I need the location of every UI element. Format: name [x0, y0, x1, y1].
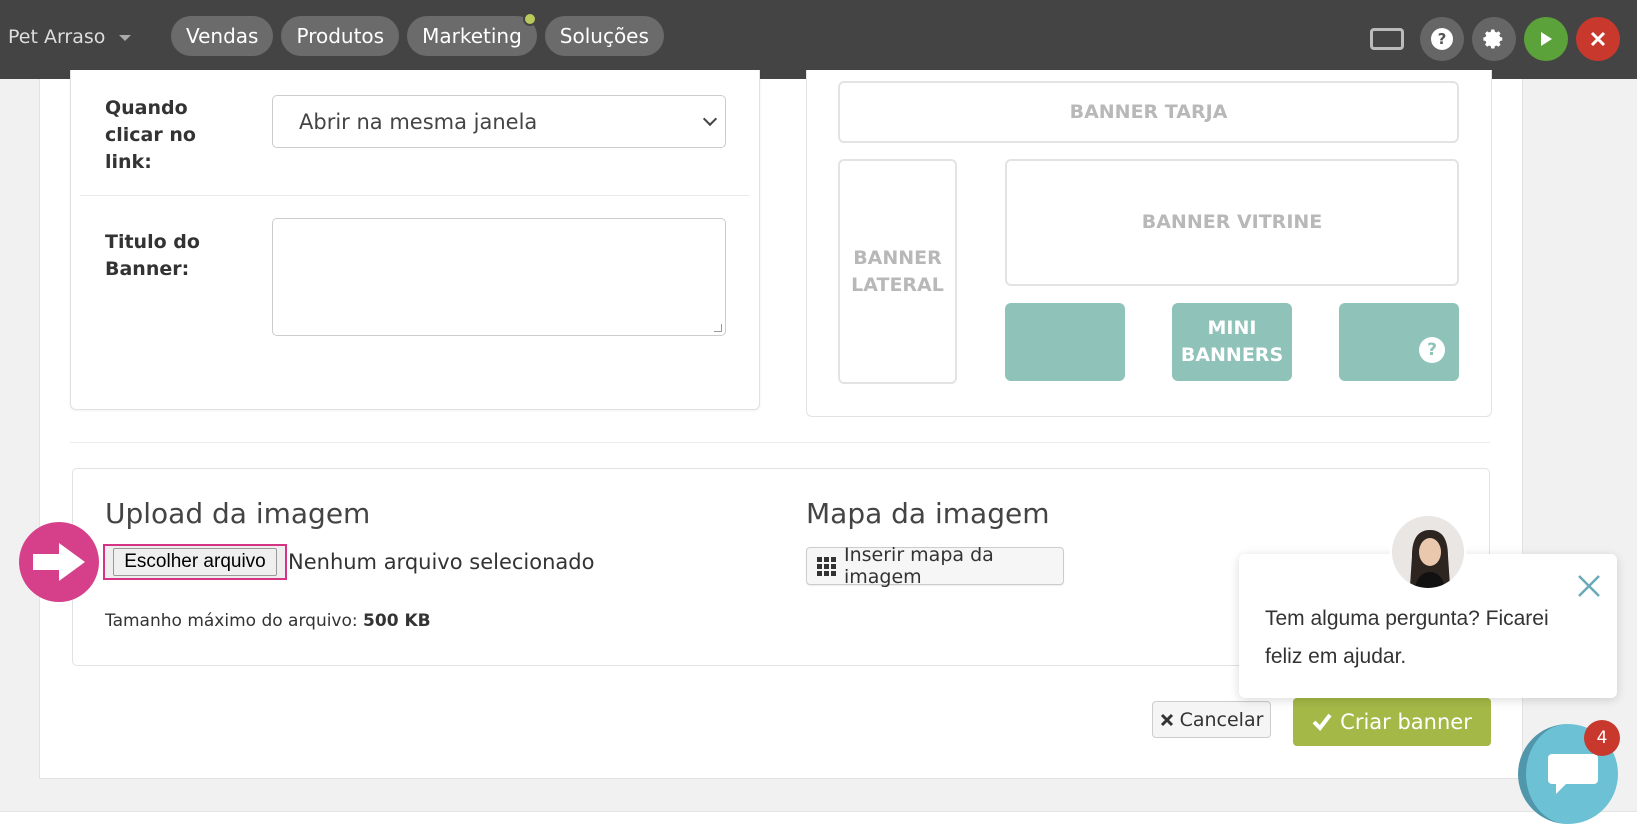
no-file-text: Nenhum arquivo selecionado [288, 550, 595, 574]
unread-badge: 4 [1584, 720, 1620, 756]
top-bar: Pet Arraso Vendas Produtos Marketing Sol… [0, 0, 1637, 79]
mini-banner-slot-2[interactable]: MINI BANNERS [1172, 303, 1292, 381]
chat-bubble-icon [1548, 754, 1598, 794]
mini-banner-slot-3[interactable]: ? [1339, 303, 1459, 381]
avatar [1390, 514, 1466, 590]
choose-file-button[interactable]: Escolher arquivo [103, 544, 287, 580]
cancel-label: Cancelar [1179, 708, 1264, 731]
create-banner-button[interactable]: Criar banner [1293, 698, 1491, 746]
nav-marketing-label: Marketing [422, 24, 522, 48]
check-icon [1312, 713, 1332, 731]
create-banner-label: Criar banner [1340, 710, 1472, 734]
help-button[interactable]: ? [1420, 17, 1464, 61]
map-title: Mapa da imagem [806, 497, 1050, 530]
toolbar-right: ? [1370, 17, 1620, 61]
arrow-right-icon [19, 522, 99, 602]
main-nav: Vendas Produtos Marketing Soluções [171, 12, 664, 56]
mini-banner-slot-1[interactable] [1005, 303, 1125, 381]
question-icon[interactable]: ? [1419, 337, 1445, 363]
store-selector[interactable]: Pet Arraso [8, 26, 132, 48]
chat-message: Tem alguma pergunta? Ficarei feliz em aj… [1265, 607, 1549, 668]
max-size-label: Tamanho máximo do arquivo: [105, 611, 358, 631]
grid-icon [817, 556, 836, 576]
nav-vendas[interactable]: Vendas [171, 16, 274, 56]
close-icon[interactable] [1575, 572, 1603, 600]
section-divider [70, 442, 1490, 443]
chevron-down-icon [119, 35, 132, 41]
max-size-value: 500 KB [363, 611, 431, 631]
upload-title: Upload da imagem [105, 497, 371, 530]
banner-title-label: Titulo do Banner: [105, 231, 200, 280]
close-button[interactable] [1576, 17, 1620, 61]
click-behavior-select[interactable]: Abrir na mesma janela [272, 95, 726, 148]
close-icon [1160, 713, 1173, 726]
insert-map-button[interactable]: Inserir mapa da imagem [806, 544, 1064, 588]
nav-marketing[interactable]: Marketing [407, 12, 537, 56]
banner-lateral-slot[interactable]: BANNER LATERAL [838, 159, 957, 384]
max-size-text: Tamanho máximo do arquivo: 500 KB [105, 611, 431, 631]
insert-map-label: Inserir mapa da imagem [844, 544, 994, 588]
divider [80, 195, 750, 196]
resize-handle-icon[interactable] [714, 324, 722, 332]
gear-icon [1483, 29, 1503, 49]
cancel-button[interactable]: Cancelar [1152, 701, 1271, 738]
choose-file-label: Escolher arquivo [113, 548, 277, 576]
click-behavior-label: Quando clicar no link: [105, 97, 196, 173]
nav-produtos[interactable]: Produtos [281, 16, 400, 56]
banner-vitrine-slot[interactable]: BANNER VITRINE [1005, 159, 1459, 286]
play-icon [1541, 32, 1552, 46]
store-name: Pet Arraso [8, 26, 106, 48]
banner-tarja-slot[interactable]: BANNER TARJA [838, 81, 1459, 143]
question-icon: ? [1431, 28, 1453, 50]
footer-strip [0, 811, 1637, 835]
banner-title-textarea[interactable] [272, 218, 726, 336]
notification-dot [522, 12, 537, 26]
play-button[interactable] [1524, 17, 1568, 61]
close-icon [1590, 31, 1606, 47]
settings-button[interactable] [1472, 17, 1516, 61]
window-icon[interactable] [1370, 28, 1404, 50]
click-behavior-value: Abrir na mesma janela [299, 109, 538, 134]
nav-solucoes[interactable]: Soluções [544, 16, 664, 56]
chevron-down-icon [702, 111, 718, 127]
